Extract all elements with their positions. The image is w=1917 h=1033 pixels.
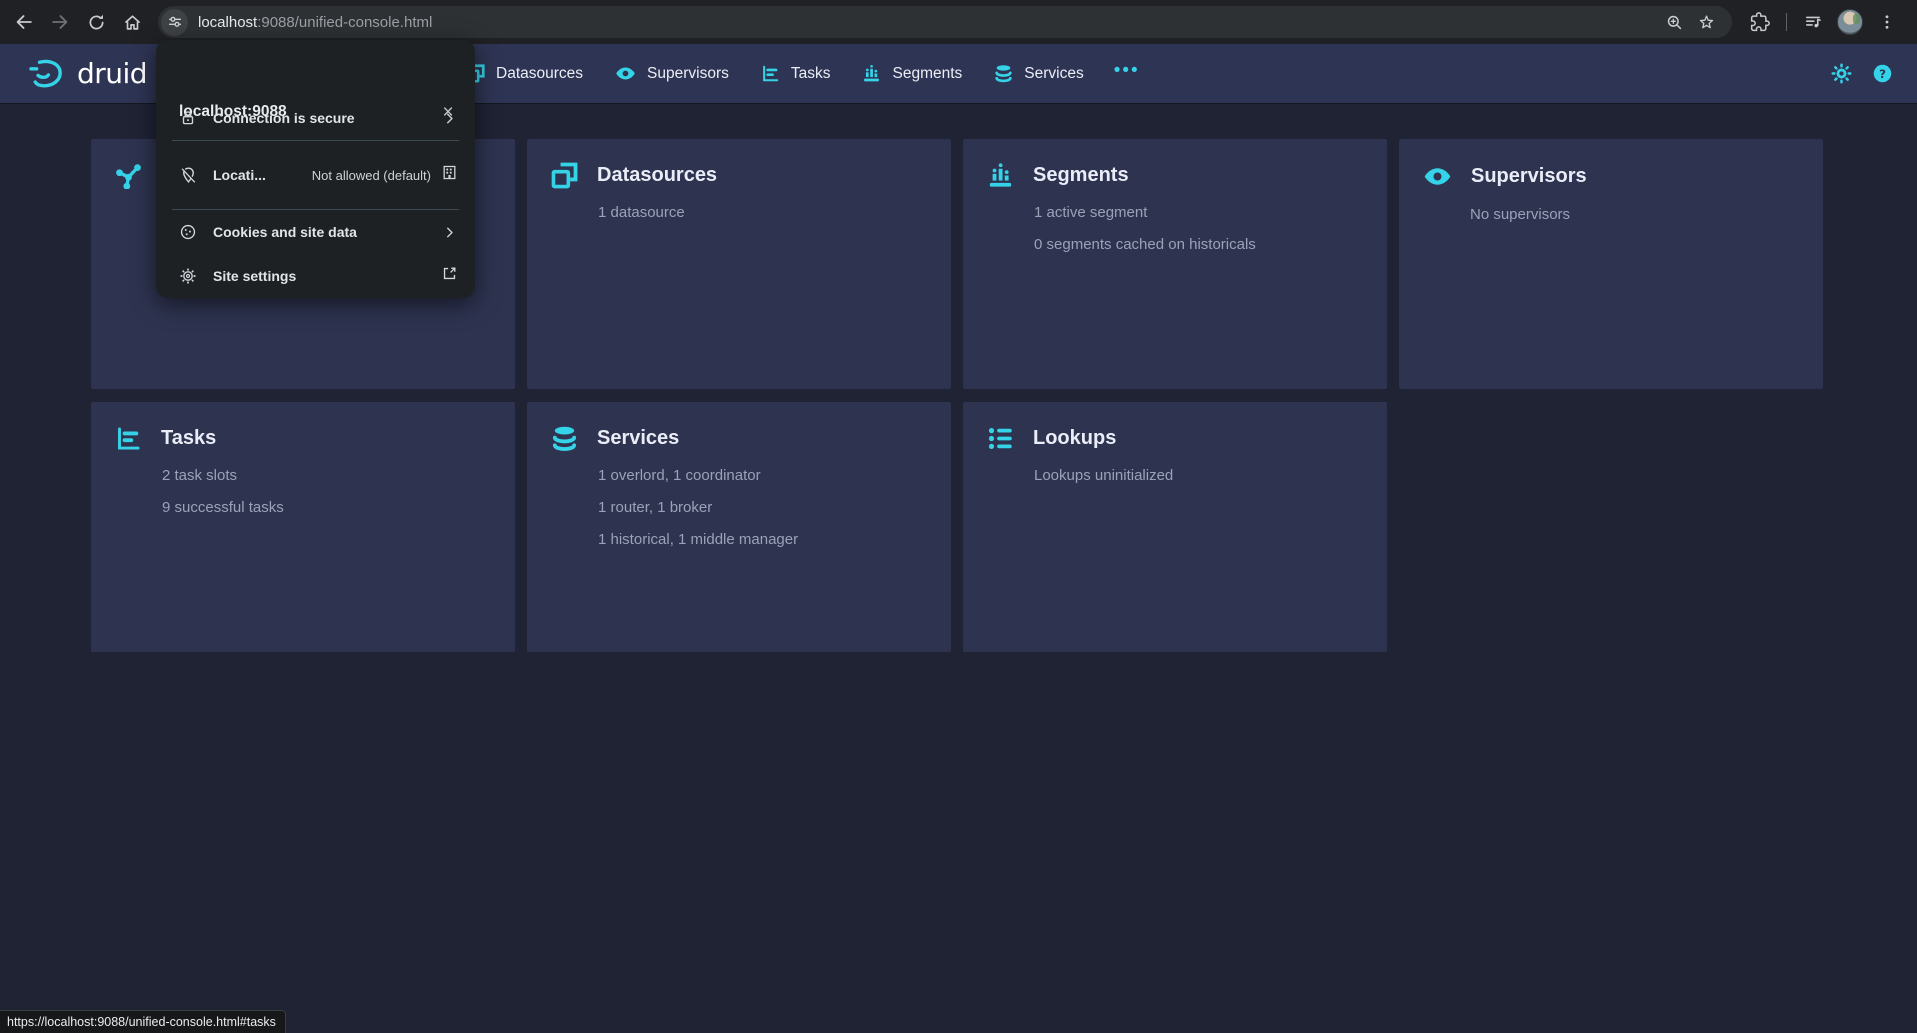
forward-button[interactable]	[42, 4, 78, 40]
card-title: Segments	[1033, 164, 1129, 187]
location-off-icon	[178, 166, 198, 185]
nav-item-supervisors[interactable]: Supervisors	[599, 44, 745, 103]
nav-right-actions	[1831, 44, 1893, 103]
datasources-icon	[551, 162, 578, 189]
card-stat: 1 overlord, 1 coordinator	[598, 467, 927, 484]
forward-icon	[53, 16, 66, 28]
nav-label: Tasks	[791, 65, 831, 83]
browser-toolbar: localhost:9088/unified-console.html	[0, 0, 1917, 44]
graph-icon	[115, 162, 142, 189]
nav-label: Segments	[892, 65, 962, 83]
lock-icon	[178, 109, 198, 127]
refresh-button[interactable]	[78, 4, 114, 40]
site-info-button[interactable]	[161, 9, 188, 36]
url-bar[interactable]: localhost:9088/unified-console.html	[158, 6, 1732, 38]
media-controls-icon	[1803, 12, 1823, 32]
bar-chart-icon	[862, 64, 881, 83]
bookmark-star-icon	[1697, 13, 1716, 32]
chevron-right-icon	[441, 224, 458, 241]
card-title: Lookups	[1033, 427, 1116, 450]
permission-value: Not allowed (default)	[312, 168, 431, 183]
home-button[interactable]	[114, 4, 150, 40]
eye-icon	[1423, 162, 1452, 191]
chevron-right-icon	[441, 110, 458, 127]
card-title: Tasks	[161, 427, 216, 450]
nav-item-tasks[interactable]: Tasks	[745, 44, 847, 103]
card-stat: 1 historical, 1 middle manager	[598, 531, 927, 548]
row-label: Connection is secure	[213, 110, 355, 126]
nav-label: Services	[1024, 65, 1083, 83]
zoom-button[interactable]	[1658, 6, 1690, 38]
database-icon	[551, 425, 578, 452]
card-stat: 1 router, 1 broker	[598, 499, 927, 516]
card-services[interactable]: Services 1 overlord, 1 coordinator 1 rou…	[527, 402, 951, 652]
site-info-popup: localhost:9088 × Connection is secure Lo…	[156, 40, 475, 298]
url-host: localhost	[198, 14, 257, 31]
connection-secure-row[interactable]: Connection is secure	[156, 96, 475, 140]
cookie-icon	[178, 223, 198, 241]
gantt-icon	[761, 64, 780, 83]
eye-icon	[615, 63, 636, 84]
database-icon	[994, 64, 1013, 83]
row-label: Locati...	[213, 167, 266, 183]
back-icon	[18, 16, 31, 28]
card-stat: 2 task slots	[162, 467, 491, 484]
card-stat: 0 segments cached on historicals	[1034, 236, 1363, 253]
card-stat: 1 active segment	[1034, 204, 1363, 221]
nav-item-segments[interactable]: Segments	[846, 44, 978, 103]
bar-chart-icon	[987, 162, 1014, 189]
card-supervisors[interactable]: Supervisors No supervisors	[1399, 139, 1823, 389]
settings-gear-icon	[178, 267, 198, 285]
card-segments[interactable]: Segments 1 active segment 0 segments cac…	[963, 139, 1387, 389]
card-lookups[interactable]: Lookups Lookups uninitialized	[963, 402, 1387, 652]
row-label: Site settings	[213, 268, 296, 284]
list-icon	[987, 425, 1014, 452]
site-settings-row[interactable]: Site settings	[156, 254, 475, 298]
card-stat: 9 successful tasks	[162, 499, 491, 516]
nav-more-button[interactable]: •••	[1100, 61, 1154, 86]
location-permission-row[interactable]: Locati... Not allowed (default)	[156, 141, 475, 209]
card-title: Datasources	[597, 164, 717, 187]
kebab-menu-icon	[1878, 13, 1896, 31]
help-button[interactable]	[1872, 63, 1893, 84]
nav-label: Supervisors	[647, 65, 729, 83]
brand-wordmark: druid	[77, 57, 147, 90]
card-datasources[interactable]: Datasources 1 datasource	[527, 139, 951, 389]
druid-logo-icon	[28, 58, 66, 90]
gantt-icon	[115, 425, 142, 452]
extensions-puzzle-icon	[1750, 12, 1770, 32]
druid-brand[interactable]: druid	[28, 57, 147, 90]
url-text: localhost:9088/unified-console.html	[198, 14, 1658, 31]
home-icon	[122, 12, 143, 33]
profile-avatar[interactable]	[1837, 9, 1863, 35]
zoom-icon	[1665, 13, 1684, 32]
status-bar-link: https://localhost:9088/unified-console.h…	[0, 1010, 286, 1033]
cookies-row[interactable]: Cookies and site data	[156, 210, 475, 254]
card-stat: No supervisors	[1470, 206, 1799, 223]
bookmark-button[interactable]	[1690, 6, 1722, 38]
extensions-button[interactable]	[1742, 4, 1778, 40]
card-title: Services	[597, 427, 679, 450]
card-tasks[interactable]: Tasks 2 task slots 9 successful tasks	[91, 402, 515, 652]
toolbar-divider	[1786, 13, 1787, 31]
card-stat: 1 datasource	[598, 204, 927, 221]
browser-menu-button[interactable]	[1869, 4, 1905, 40]
card-title: Supervisors	[1471, 165, 1587, 188]
url-path: :9088/unified-console.html	[257, 14, 432, 31]
nav-label: Datasources	[496, 65, 583, 83]
nav-items: Datasources Supervisors Tasks Segments S…	[450, 44, 1154, 103]
media-controls-button[interactable]	[1795, 4, 1831, 40]
row-label: Cookies and site data	[213, 224, 357, 240]
open-in-new-icon	[441, 265, 458, 287]
card-stat: Lookups uninitialized	[1034, 467, 1363, 484]
back-button[interactable]	[6, 4, 42, 40]
site-info-tune-icon	[167, 14, 183, 30]
refresh-icon	[86, 12, 107, 33]
nav-item-services[interactable]: Services	[978, 44, 1099, 103]
settings-gear-button[interactable]	[1831, 63, 1852, 84]
managed-building-icon	[441, 164, 458, 186]
